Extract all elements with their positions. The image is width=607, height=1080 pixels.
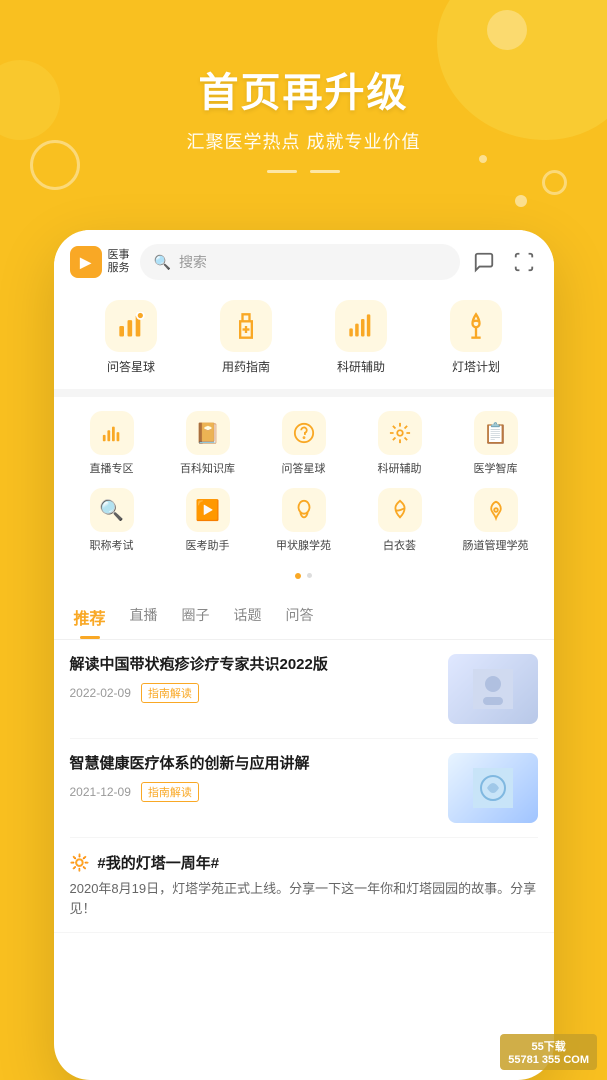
grid-label-zhicheng: 职称考试 bbox=[90, 537, 134, 553]
phone-mockup: ▶ 医事 服务 🔍 搜索 bbox=[54, 230, 554, 1080]
search-placeholder-text: 搜索 bbox=[179, 252, 207, 272]
article-thumb-1 bbox=[448, 654, 538, 724]
search-input-area[interactable]: 🔍 搜索 bbox=[140, 244, 460, 280]
grid-item-zhibo[interactable]: 直播专区 bbox=[72, 411, 152, 476]
grid-row-2: 🔍 职称考试 ▶️ 医考助手 甲状腺学苑 bbox=[64, 488, 544, 553]
grid-icon-yixue: 📋 bbox=[474, 411, 518, 455]
article-text-1: 解读中国带状疱疹诊疗专家共识2022版 2022-02-09 指南解读 bbox=[70, 654, 436, 703]
hero-subtitle: 汇聚医学热点 成就专业价值 bbox=[20, 128, 587, 154]
article-date-2: 2021-12-09 bbox=[70, 785, 131, 799]
message-icon[interactable] bbox=[470, 248, 498, 276]
grid-icon-zhibo bbox=[90, 411, 134, 455]
topic-desc: 2020年8月19日，灯塔学苑正式上线。分享一下这一年你和灯塔园园的故事。分享见… bbox=[70, 879, 538, 918]
hero-title: 首页再升级 bbox=[20, 60, 587, 118]
article-thumb-2 bbox=[448, 753, 538, 823]
nav-label-wendaxingqiu: 问答星球 bbox=[107, 358, 155, 375]
grid-item-jiazhuang[interactable]: 甲状腺学苑 bbox=[264, 488, 344, 553]
grid-label-yixue: 医学智库 bbox=[474, 460, 518, 476]
tab-circle[interactable]: 圈子 bbox=[182, 605, 210, 639]
main-nav: 问答星球 用药指南 科研辅助 bbox=[54, 290, 554, 389]
tabs-bar: 推荐 直播 圈子 话题 问答 bbox=[54, 595, 554, 640]
grid-icon-keyuan2 bbox=[378, 411, 422, 455]
scan-icon[interactable] bbox=[510, 248, 538, 276]
grid-item-baike[interactable]: 📔 百科知识库 bbox=[168, 411, 248, 476]
nav-icon-yongyao bbox=[220, 300, 272, 352]
tab-live[interactable]: 直播 bbox=[130, 605, 158, 639]
article-tag-1: 指南解读 bbox=[141, 683, 199, 703]
grid-label-zhibo: 直播专区 bbox=[90, 460, 134, 476]
article-text-2: 智慧健康医疗体系的创新与应用讲解 2021-12-09 指南解读 bbox=[70, 753, 436, 802]
nav-item-dengta[interactable]: 灯塔计划 bbox=[450, 300, 502, 375]
dot-active bbox=[295, 573, 301, 579]
nav-icon-wendaxingqiu bbox=[105, 300, 157, 352]
deco-line-2 bbox=[310, 170, 340, 173]
nav-label-yongyao: 用药指南 bbox=[222, 358, 270, 375]
grid-item-yixue[interactable]: 📋 医学智库 bbox=[456, 411, 536, 476]
nav-item-wendaxingqiu[interactable]: 问答星球 bbox=[105, 300, 157, 375]
tab-recommend[interactable]: 推荐 bbox=[74, 605, 106, 639]
divider-1 bbox=[54, 389, 554, 397]
app-logo-icon: ▶ bbox=[70, 246, 102, 278]
topic-icon: 🔆 bbox=[70, 853, 90, 873]
topic-header: 🔆 #我的灯塔一周年# bbox=[70, 852, 538, 873]
search-icon: 🔍 bbox=[154, 254, 171, 271]
topic-title: #我的灯塔一周年# bbox=[97, 852, 219, 873]
content-list: 解读中国带状疱疹诊疗专家共识2022版 2022-02-09 指南解读 bbox=[54, 640, 554, 838]
grid-label-baike: 百科知识库 bbox=[180, 460, 235, 476]
article-item-2[interactable]: 智慧健康医疗体系的创新与应用讲解 2021-12-09 指南解读 bbox=[70, 739, 538, 838]
grid-label-yikao: 医考助手 bbox=[186, 537, 230, 553]
secondary-grid: 直播专区 📔 百科知识库 问答星球 bbox=[54, 397, 554, 595]
nav-item-keyuan[interactable]: 科研辅助 bbox=[335, 300, 387, 375]
deco-line-1 bbox=[267, 170, 297, 173]
tab-topic[interactable]: 话题 bbox=[234, 605, 262, 639]
tab-qa[interactable]: 问答 bbox=[286, 605, 314, 639]
article-meta-1: 2022-02-09 指南解读 bbox=[70, 683, 436, 703]
pagination-dots bbox=[64, 565, 544, 585]
nav-label-keyuan: 科研辅助 bbox=[337, 358, 385, 375]
nav-label-dengta: 灯塔计划 bbox=[452, 358, 500, 375]
grid-row-1: 直播专区 📔 百科知识库 问答星球 bbox=[64, 411, 544, 476]
logo-area: ▶ 医事 服务 bbox=[70, 246, 130, 278]
grid-label-baiyihui: 白衣荟 bbox=[383, 537, 416, 553]
article-title-1: 解读中国带状疱疹诊疗专家共识2022版 bbox=[70, 654, 436, 675]
article-item-1[interactable]: 解读中国带状疱疹诊疗专家共识2022版 2022-02-09 指南解读 bbox=[70, 640, 538, 739]
dot-inactive-1 bbox=[307, 573, 312, 578]
grid-icon-zhicheng: 🔍 bbox=[90, 488, 134, 532]
grid-item-changdao[interactable]: 肠道管理学苑 bbox=[456, 488, 536, 553]
topic-item[interactable]: 🔆 #我的灯塔一周年# 2020年8月19日，灯塔学苑正式上线。分享一下这一年你… bbox=[54, 838, 554, 933]
search-bar: ▶ 医事 服务 🔍 搜索 bbox=[54, 230, 554, 290]
nav-item-yongyao[interactable]: 用药指南 bbox=[220, 300, 272, 375]
article-title-2: 智慧健康医疗体系的创新与应用讲解 bbox=[70, 753, 436, 774]
grid-item-wenda[interactable]: 问答星球 bbox=[264, 411, 344, 476]
thumb-medical-1 bbox=[448, 654, 538, 724]
watermark-line2: 55781 355 COM bbox=[508, 1054, 589, 1066]
grid-label-changdao: 肠道管理学苑 bbox=[463, 537, 529, 553]
grid-icon-wenda bbox=[282, 411, 326, 455]
grid-icon-baike: 📔 bbox=[186, 411, 230, 455]
grid-label-keyuan2: 科研辅助 bbox=[378, 460, 422, 476]
grid-label-wenda: 问答星球 bbox=[282, 460, 326, 476]
grid-icon-jiazhuang bbox=[282, 488, 326, 532]
watermark: 55下载 55781 355 COM bbox=[500, 1034, 597, 1070]
nav-icon-dengta bbox=[450, 300, 502, 352]
grid-item-baiyihui[interactable]: 白衣荟 bbox=[360, 488, 440, 553]
grid-item-keyuan2[interactable]: 科研辅助 bbox=[360, 411, 440, 476]
grid-icon-changdao bbox=[474, 488, 518, 532]
logo-text: 医事 服务 bbox=[108, 249, 130, 275]
hero-section: 首页再升级 汇聚医学热点 成就专业价值 bbox=[0, 0, 607, 216]
grid-item-yikao[interactable]: ▶️ 医考助手 bbox=[168, 488, 248, 553]
grid-label-jiazhuang: 甲状腺学苑 bbox=[276, 537, 331, 553]
grid-icon-baiyihui bbox=[378, 488, 422, 532]
article-date-1: 2022-02-09 bbox=[70, 686, 131, 700]
nav-icon-keyuan bbox=[335, 300, 387, 352]
grid-item-zhicheng[interactable]: 🔍 职称考试 bbox=[72, 488, 152, 553]
watermark-line1: 55下载 bbox=[532, 1038, 566, 1054]
thumb-tech-1 bbox=[448, 753, 538, 823]
article-meta-2: 2021-12-09 指南解读 bbox=[70, 782, 436, 802]
article-tag-2: 指南解读 bbox=[141, 782, 199, 802]
grid-icon-yikao: ▶️ bbox=[186, 488, 230, 532]
search-action-icons bbox=[470, 248, 538, 276]
